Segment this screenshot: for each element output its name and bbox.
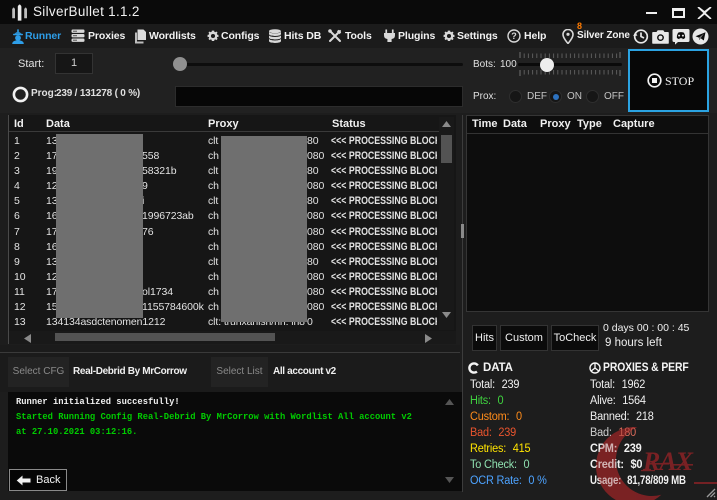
svg-text:?: ? — [511, 31, 517, 41]
svg-text:RAX: RAX — [642, 447, 694, 476]
svg-text:RAX: RAX — [642, 447, 694, 476]
